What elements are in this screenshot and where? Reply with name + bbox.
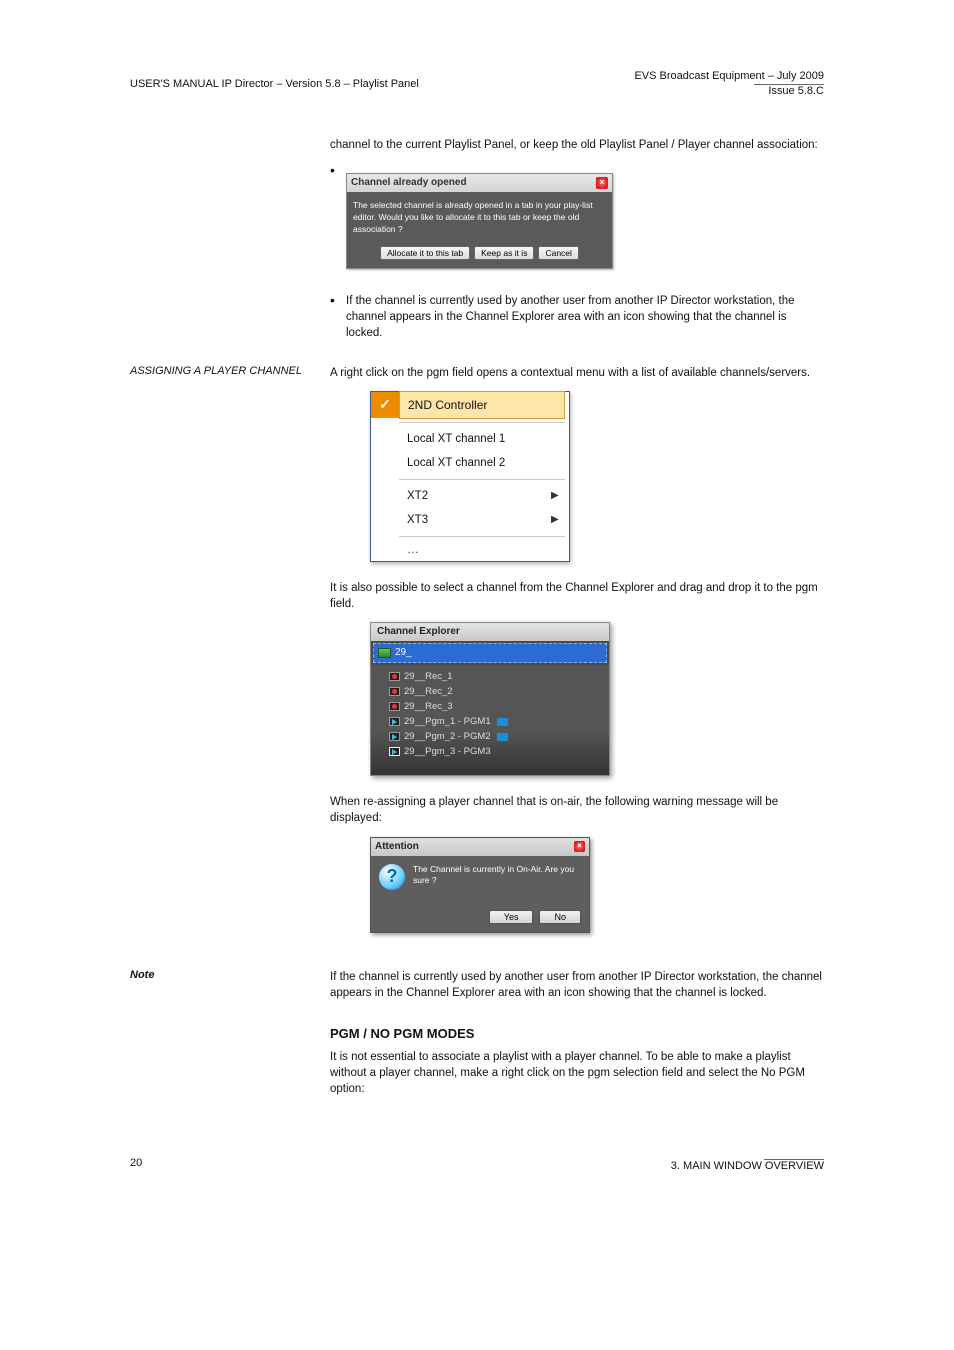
footer-section: 3. MAIN WINDOW OVERVIEW [671, 1160, 824, 1172]
channel-context-menu: ✓ 2ND Controller Local XT channel 1 Loca… [370, 391, 570, 562]
header-company: EVS Broadcast Equipment – July 2009 [634, 70, 824, 82]
camera-icon [497, 718, 508, 726]
menu-item-label: XT3 [399, 512, 551, 528]
chevron-right-icon: ▶ [551, 489, 569, 503]
tree-node-pgm[interactable]: 29__Pgm_1 - PGM1 [389, 714, 605, 729]
page-footer: 20 3. MAIN WINDOW OVERVIEW [130, 1157, 824, 1172]
bullet-icon: • [330, 163, 346, 287]
menu-item-label: Local XT channel 2 [399, 455, 569, 471]
close-icon[interactable]: × [574, 841, 585, 852]
chevron-right-icon: ▶ [551, 513, 569, 527]
server-icon [378, 648, 391, 658]
menu-item-local-ch2[interactable]: Local XT channel 2 [371, 451, 569, 475]
dialog-title: Channel already opened [351, 176, 467, 190]
attention-dialog: Attention × ? The Channel is currently i… [370, 837, 590, 933]
keep-button[interactable]: Keep as it is [474, 246, 534, 260]
tree-node-label: 29__Pgm_2 - PGM2 [404, 730, 491, 743]
dialog-message: The Channel is currently in On-Air. Are … [413, 864, 581, 888]
menu-item-xt2[interactable]: XT2 ▶ [371, 484, 569, 508]
question-icon: ? [379, 864, 405, 890]
tree-root-label: 29_ [395, 646, 412, 660]
panel-title: Channel Explorer [371, 623, 609, 641]
record-icon [389, 702, 400, 711]
menu-more[interactable]: … [371, 541, 569, 561]
tree-node-label: 29__Pgm_3 - PGM3 [404, 745, 491, 758]
no-button[interactable]: No [539, 910, 581, 924]
menu-separator [399, 479, 565, 480]
tree-node-pgm[interactable]: 29__Pgm_3 - PGM3 [389, 744, 605, 759]
record-icon [389, 672, 400, 681]
dialog-message: The selected channel is already opened i… [353, 200, 606, 236]
tree-root[interactable]: 29_ [373, 643, 607, 663]
menu-item-2nd-controller[interactable]: ✓ 2ND Controller [371, 392, 569, 418]
tree-node-label: 29__Rec_2 [404, 685, 453, 698]
page-number: 20 [130, 1157, 142, 1172]
tree-node-label: 29__Pgm_1 - PGM1 [404, 715, 491, 728]
heading-pgm-modes: PGM / NO PGM MODES [330, 1025, 824, 1043]
cancel-button[interactable]: Cancel [538, 246, 578, 260]
paragraph: It is not essential to associate a playl… [330, 1049, 824, 1097]
yes-button[interactable]: Yes [489, 910, 534, 924]
paragraph: When re-assigning a player channel that … [330, 794, 824, 826]
tree-node-rec[interactable]: 29__Rec_1 [389, 669, 605, 684]
play-icon [389, 717, 400, 726]
checkmark-icon: ✓ [379, 395, 391, 415]
menu-separator [399, 536, 565, 537]
record-icon [389, 687, 400, 696]
paragraph: It is also possible to select a channel … [330, 580, 824, 612]
play-icon [389, 747, 400, 756]
header-right: EVS Broadcast Equipment – July 2009 Issu… [634, 70, 824, 97]
dialog-title: Attention [375, 840, 419, 854]
menu-separator [399, 422, 565, 423]
tree-node-label: 29__Rec_3 [404, 700, 453, 713]
note-body: If the channel is currently used by anot… [330, 969, 824, 1001]
tree-node-label: 29__Rec_1 [404, 670, 453, 683]
camera-icon [497, 733, 508, 741]
menu-item-xt3[interactable]: XT3 ▶ [371, 508, 569, 532]
tree-node-rec[interactable]: 29__Rec_2 [389, 684, 605, 699]
channel-already-opened-dialog: Channel already opened × The selected ch… [346, 173, 613, 269]
paragraph: A right click on the pgm field opens a c… [330, 365, 824, 381]
bullet-icon: • [330, 293, 346, 341]
close-icon[interactable]: × [596, 177, 608, 189]
menu-item-local-ch1[interactable]: Local XT channel 1 [371, 427, 569, 451]
side-heading: ASSIGNING A PLAYER CHANNEL [130, 365, 330, 950]
menu-item-label: Local XT channel 1 [399, 431, 569, 447]
tree-node-rec[interactable]: 29__Rec_3 [389, 699, 605, 714]
menu-item-label: XT2 [399, 488, 551, 504]
channel-explorer-panel: Channel Explorer 29_ 29__Rec_1 29__Rec_2 [370, 622, 610, 776]
note-label: Note [130, 969, 330, 981]
tree-node-pgm[interactable]: 29__Pgm_2 - PGM2 [389, 729, 605, 744]
paragraph: channel to the current Playlist Panel, o… [330, 137, 824, 153]
menu-item-label: 2ND Controller [399, 391, 565, 419]
header-issue: Issue 5.8.C [634, 85, 824, 97]
header-left: USER'S MANUAL IP Director – Version 5.8 … [130, 78, 419, 90]
play-icon [389, 732, 400, 741]
paragraph: If the channel is currently used by anot… [346, 293, 824, 341]
page-header: USER'S MANUAL IP Director – Version 5.8 … [130, 70, 824, 97]
allocate-button[interactable]: Allocate it to this tab [380, 246, 470, 260]
